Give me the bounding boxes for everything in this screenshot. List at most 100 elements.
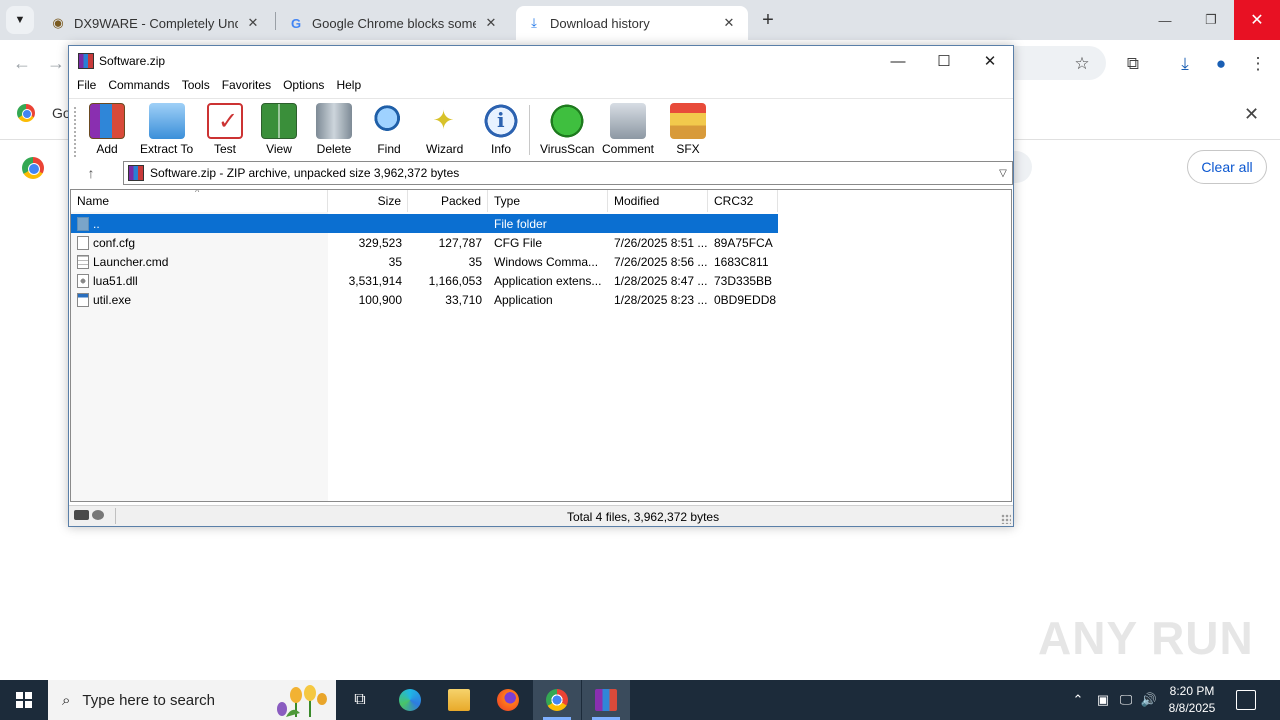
file-name: conf.cfg — [93, 235, 136, 250]
up-one-level-button[interactable]: ↑ — [81, 164, 101, 182]
file-row-conf-cfg[interactable]: conf.cfg 329,523 127,787 CFG File 7/26/2… — [71, 233, 778, 252]
winrar-titlebar[interactable]: Software.zip — ☐ ✕ — [69, 46, 1013, 76]
folder-icon — [448, 689, 470, 711]
test-label: Test — [213, 142, 236, 156]
chevron-down-icon[interactable]: ▽ — [994, 168, 1012, 179]
delete-button[interactable]: Delete — [316, 103, 352, 156]
task-view-button[interactable]: ⧉ — [336, 680, 384, 720]
tray-device-icon[interactable]: ▣ — [1094, 680, 1112, 720]
file-row-util-exe[interactable]: util.exe 100,900 33,710 Application 1/28… — [71, 290, 778, 309]
virus-scan-icon — [549, 103, 586, 139]
file-row-lua51-dll[interactable]: lua51.dll 3,531,914 1,166,053 Applicatio… — [71, 271, 778, 290]
column-size[interactable]: Size — [328, 190, 408, 212]
column-name[interactable]: Name ^ — [71, 190, 328, 212]
file-type: Application — [494, 292, 553, 307]
taskbar-search-box[interactable]: ⌕ Type here to search — [48, 680, 336, 720]
file-row-parent-folder[interactable]: .. File folder — [71, 214, 778, 233]
sfx-label: SFX — [676, 142, 700, 156]
system-clock[interactable]: 8:20 PM 8/8/2025 — [1160, 683, 1224, 717]
winrar-minimize-button[interactable]: — — [875, 46, 921, 76]
more-menu-icon[interactable]: ⋮ — [1246, 52, 1270, 76]
menu-help[interactable]: Help — [330, 76, 367, 96]
forward-button[interactable]: → — [44, 51, 68, 75]
clear-all-button[interactable]: Clear all — [1187, 150, 1267, 184]
downloads-icon[interactable]: ⤓ — [1173, 52, 1197, 76]
file-packed: 1,166,053 — [428, 273, 482, 288]
path-dropdown[interactable]: Software.zip - ZIP archive, unpacked siz… — [123, 161, 1013, 185]
info-button[interactable]: Info — [483, 103, 519, 156]
comment-button[interactable]: Comment — [602, 103, 654, 156]
tab-dx9ware[interactable]: ◉ DX9WARE - Completely Undete ✕ — [40, 6, 272, 40]
task-view-icon: ⧉ — [354, 691, 366, 708]
tab-download-history[interactable]: ⤓ Download history ✕ — [516, 6, 748, 40]
winrar-close-button[interactable]: ✕ — [967, 46, 1013, 76]
close-tab-icon[interactable]: ✕ — [720, 14, 738, 32]
file-modified — [608, 214, 708, 233]
column-modified[interactable]: Modified — [608, 190, 708, 212]
extract-to-button[interactable]: Extract To — [140, 103, 193, 156]
file-row-launcher-cmd[interactable]: Launcher.cmd 35 35 Windows Comma... 7/26… — [71, 252, 778, 271]
file-explorer-taskbar-button[interactable] — [435, 680, 483, 720]
column-packed[interactable]: Packed — [408, 190, 488, 212]
firefox-taskbar-button[interactable] — [484, 680, 532, 720]
show-hidden-icons-button[interactable]: ⌃ — [1068, 680, 1088, 720]
chrome-taskbar-button[interactable] — [533, 680, 581, 720]
menu-file[interactable]: File — [71, 76, 102, 96]
tab-google-chrome-blocks[interactable]: G Google Chrome blocks some do ✕ — [278, 6, 510, 40]
virusscan-button[interactable]: VirusScan — [540, 103, 594, 156]
start-button[interactable] — [0, 680, 48, 720]
view-button[interactable]: View — [261, 103, 297, 156]
winrar-app-icon — [78, 53, 94, 69]
find-button[interactable]: Find — [371, 103, 407, 156]
menu-options[interactable]: Options — [277, 76, 330, 96]
column-name-label: Name — [77, 194, 110, 208]
sfx-button[interactable]: SFX — [670, 103, 706, 156]
bookmark-star-icon[interactable]: ☆ — [1070, 52, 1094, 76]
minimize-button[interactable]: — — [1142, 0, 1188, 40]
close-tab-icon[interactable]: ✕ — [482, 14, 500, 32]
file-type: Windows Comma... — [494, 254, 599, 269]
menu-commands[interactable]: Commands — [102, 76, 175, 96]
column-crc32-label: CRC32 — [714, 194, 754, 208]
add-button[interactable]: Add — [89, 103, 125, 156]
magnifier-icon — [371, 103, 407, 139]
restore-button[interactable]: ❐ — [1188, 0, 1234, 40]
file-name: util.exe — [93, 292, 132, 307]
wizard-button[interactable]: Wizard — [426, 103, 463, 156]
winrar-icon — [595, 689, 617, 711]
close-infobar-icon[interactable]: ✕ — [1244, 104, 1259, 125]
download-icon: ⤓ — [531, 15, 537, 30]
file-crc: 0BD9EDD8 — [714, 292, 777, 307]
chevron-up-icon: ⌃ — [1072, 692, 1084, 707]
tab-title: Google Chrome blocks some do — [312, 15, 476, 31]
new-tab-button[interactable]: + — [756, 8, 780, 32]
menu-favorites[interactable]: Favorites — [216, 76, 277, 96]
edge-taskbar-button[interactable] — [386, 680, 434, 720]
column-type[interactable]: Type — [488, 190, 608, 212]
close-tab-icon[interactable]: ✕ — [244, 14, 262, 32]
back-button[interactable]: ← — [10, 51, 34, 75]
folder-icon — [77, 216, 89, 231]
menu-tools[interactable]: Tools — [176, 76, 216, 96]
file-name: Launcher.cmd — [93, 254, 169, 269]
file-type: Application extens... — [494, 273, 602, 288]
key-icon[interactable] — [92, 510, 104, 520]
extensions-icon[interactable]: ⧉ — [1121, 52, 1145, 76]
search-icon: ⌕ — [62, 691, 71, 709]
test-button[interactable]: Test — [207, 103, 243, 156]
file-name: .. — [93, 216, 100, 231]
profile-avatar-icon[interactable]: ● — [1209, 52, 1233, 76]
winrar-maximize-button[interactable]: ☐ — [921, 46, 967, 76]
column-crc32[interactable]: CRC32 — [708, 190, 778, 212]
notification-center-icon[interactable] — [1236, 690, 1256, 710]
window-title: Software.zip — [99, 54, 166, 68]
network-icon[interactable]: 🖵 — [1117, 680, 1135, 720]
minimize-icon: — — [890, 52, 906, 70]
tab-search-button[interactable]: ▼ — [6, 6, 34, 34]
winrar-taskbar-button[interactable] — [582, 680, 630, 720]
resize-grip-icon[interactable] — [1001, 514, 1011, 524]
column-type-label: Type — [494, 194, 521, 208]
volume-icon[interactable]: 🔊 — [1140, 680, 1158, 720]
arrow-up-icon: ↑ — [87, 165, 95, 181]
close-browser-button[interactable]: ✕ — [1234, 0, 1280, 40]
